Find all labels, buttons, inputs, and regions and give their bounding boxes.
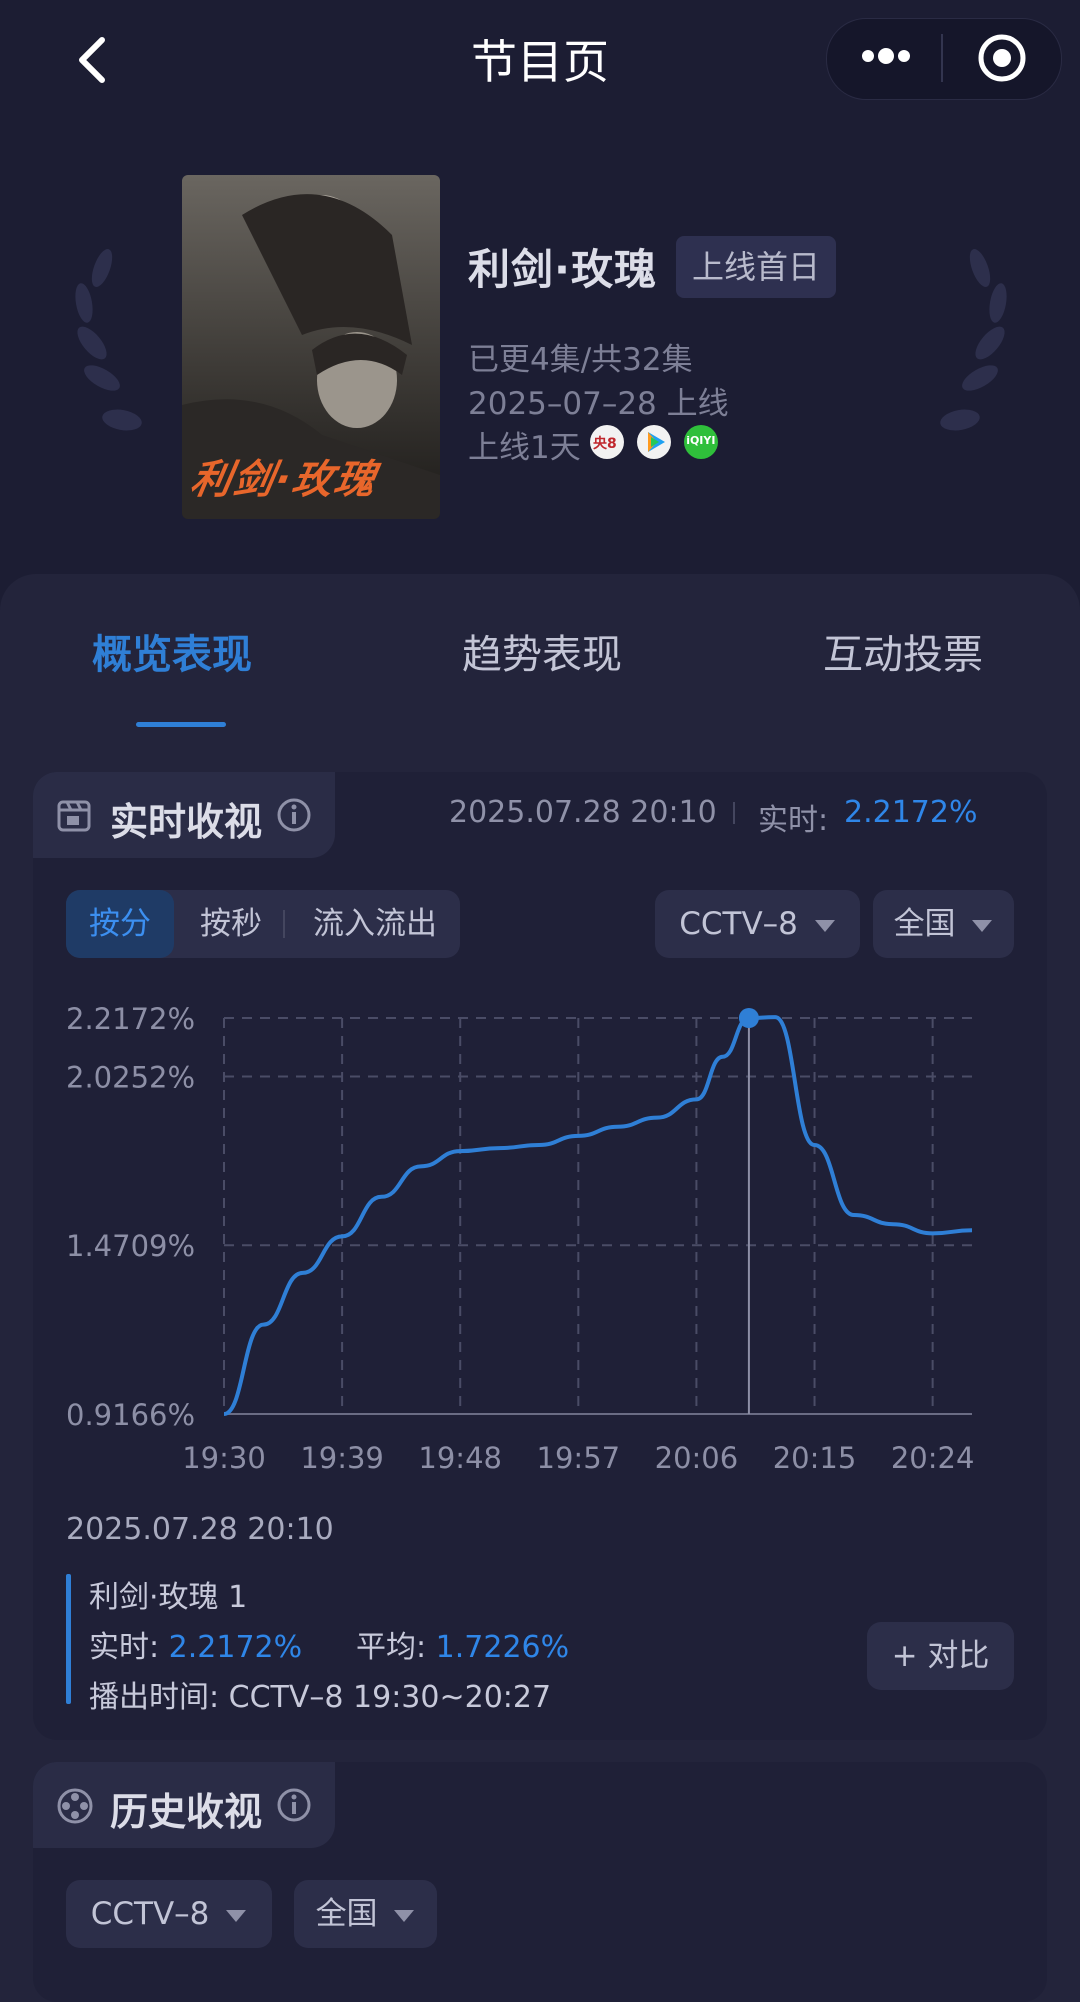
y-tick-label: 1.4709% bbox=[66, 1229, 195, 1263]
history-region-dropdown[interactable]: 全国 bbox=[294, 1880, 437, 1948]
detail-airtime-row: 播出时间: CCTV–8 19:30~20:27 bbox=[89, 1672, 551, 1716]
info-icon[interactable] bbox=[276, 1787, 312, 1823]
detail-timestamp: 2025.07.28 20:10 bbox=[66, 1512, 334, 1547]
y-tick-label: 2.0252% bbox=[66, 1060, 195, 1094]
caret-down-icon bbox=[226, 1910, 247, 1922]
history-channel-label: CCTV–8 bbox=[90, 1896, 210, 1932]
detail-realtime-row: 实时: 2.2172% bbox=[89, 1622, 302, 1666]
x-tick-label: 20:24 bbox=[891, 1441, 975, 1475]
detail-realtime-value: 2.2172% bbox=[168, 1630, 303, 1665]
detail-average-row: 平均: 1.7226% bbox=[356, 1622, 569, 1666]
x-tick-label: 19:30 bbox=[182, 1441, 266, 1475]
detail-episode: 利剑·玫瑰 1 bbox=[89, 1580, 248, 1615]
detail-average-label: 平均: bbox=[356, 1630, 427, 1665]
history-title: 历史收视 bbox=[110, 1790, 263, 1834]
film-reel-icon bbox=[57, 1788, 93, 1824]
detail-airtime-label: 播出时间: bbox=[89, 1680, 220, 1715]
detail-airtime-value: CCTV–8 19:30~20:27 bbox=[228, 1680, 552, 1715]
x-tick-label: 19:39 bbox=[300, 1441, 384, 1475]
highlight-point bbox=[738, 1008, 759, 1028]
x-tick-label: 19:57 bbox=[537, 1441, 621, 1475]
history-channel-dropdown[interactable]: CCTV–8 bbox=[66, 1880, 272, 1948]
detail-realtime-label: 实时: bbox=[89, 1630, 160, 1665]
realtime-ratings-chart[interactable]: 0.9166% 1.4709% 2.0252% 2.2172% 19:30 19:39 19… bbox=[0, 0, 1080, 1500]
detail-average-value: 1.7226% bbox=[435, 1630, 570, 1665]
y-tick-label: 2.2172% bbox=[66, 1002, 195, 1036]
x-tick-label: 19:48 bbox=[418, 1441, 502, 1475]
detail-accent-bar bbox=[66, 1574, 71, 1704]
y-tick-label: 0.9166% bbox=[66, 1398, 195, 1432]
history-region-label: 全国 bbox=[315, 1896, 378, 1932]
x-tick-label: 20:15 bbox=[773, 1441, 857, 1475]
x-tick-label: 20:06 bbox=[655, 1441, 739, 1475]
caret-down-icon bbox=[394, 1910, 415, 1922]
compare-button[interactable]: + 对比 bbox=[867, 1622, 1014, 1690]
